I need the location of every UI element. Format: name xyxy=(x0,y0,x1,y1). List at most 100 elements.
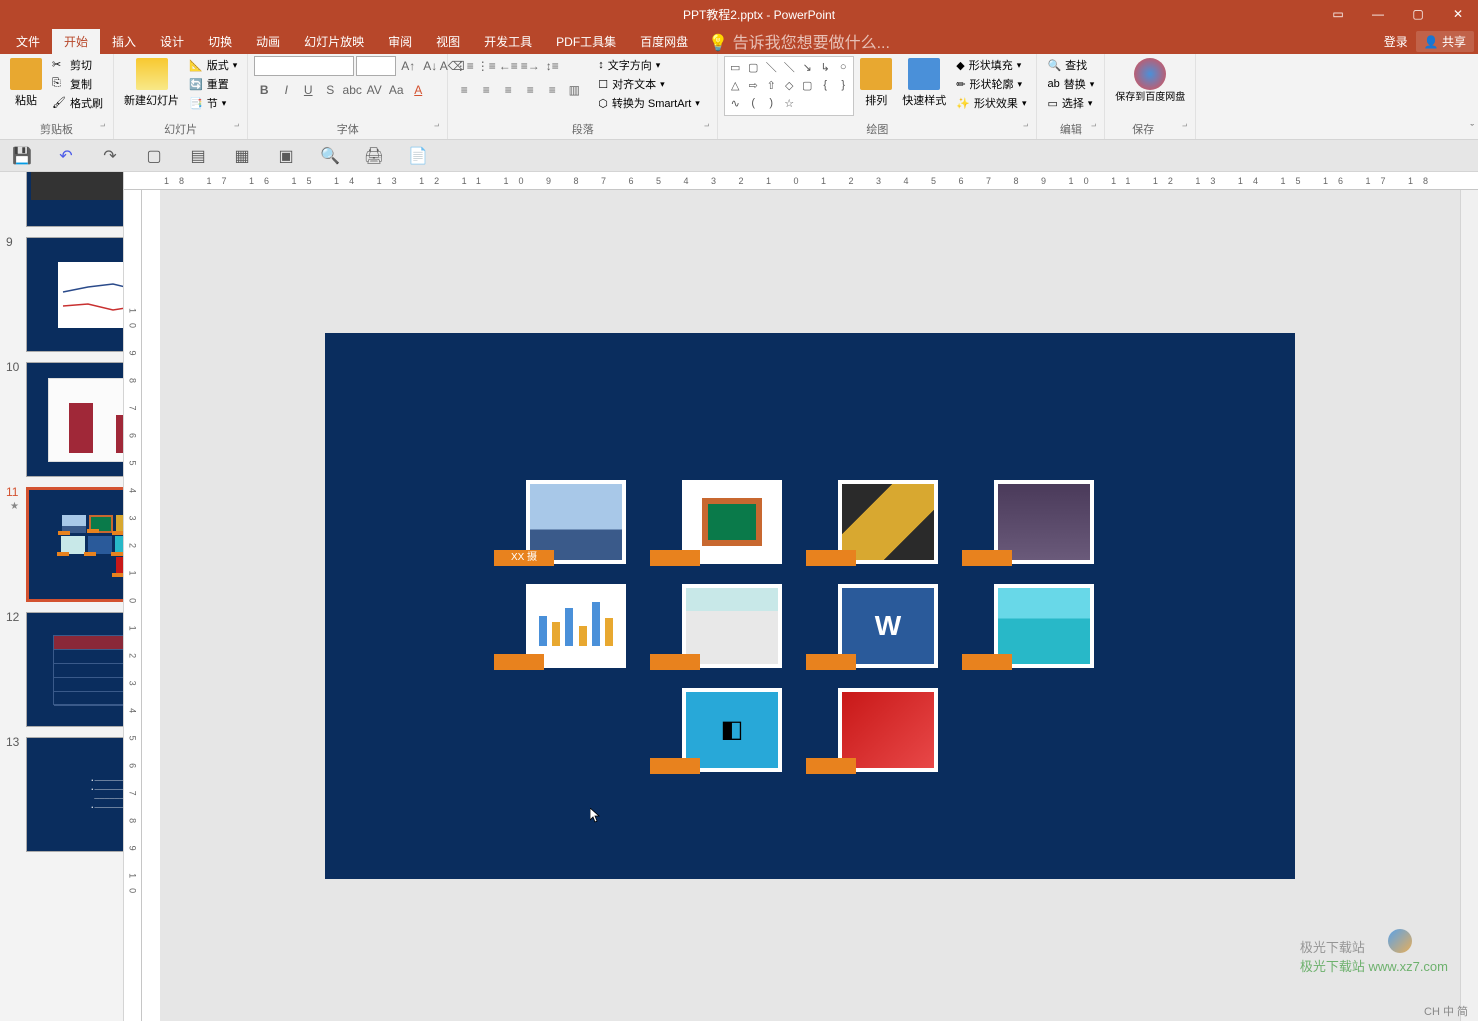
image-card-1[interactable]: XX 摄 xyxy=(526,480,626,564)
vertical-ruler[interactable]: 10 9 8 7 6 5 4 3 2 1 0 1 2 3 4 5 6 7 8 9… xyxy=(124,190,142,1021)
align-center-button[interactable]: ≡ xyxy=(476,80,496,100)
shape-arrow-icon[interactable]: ↘ xyxy=(799,59,815,75)
format-painter-button[interactable]: 格式刷 xyxy=(48,94,107,112)
shape-effects-button[interactable]: ✨ 形状效果 xyxy=(952,94,1030,112)
shape-roundrect-icon[interactable]: ▢ xyxy=(799,77,815,93)
columns-button[interactable]: ▥ xyxy=(564,80,584,100)
thumbnail-slide-9[interactable]: 9 🔍 xyxy=(8,237,115,352)
image-card-2[interactable] xyxy=(682,480,782,564)
redo-button[interactable]: ↷ xyxy=(100,146,120,166)
qa-btn-8[interactable]: 🔍 xyxy=(320,146,340,166)
login-button[interactable]: 登录 xyxy=(1384,33,1408,50)
current-slide[interactable]: XX 摄 W ◧ xyxy=(325,333,1295,879)
replace-button[interactable]: ab 替换 xyxy=(1043,75,1098,93)
ribbon-collapse-button[interactable]: ˇ xyxy=(1470,123,1474,135)
decrease-indent-button[interactable]: ←≡ xyxy=(498,56,518,76)
horizontal-ruler[interactable]: 18 17 16 15 14 13 12 11 10 9 8 7 6 5 4 3… xyxy=(124,172,1478,190)
cut-button[interactable]: 剪切 xyxy=(48,56,107,74)
shape-brace-icon[interactable]: { xyxy=(817,77,833,93)
tab-devtools[interactable]: 开发工具 xyxy=(472,29,544,54)
shape-uarrow-icon[interactable]: ⇧ xyxy=(763,77,779,93)
increase-indent-button[interactable]: ≡→ xyxy=(520,56,540,76)
qa-btn-4[interactable]: ▢ xyxy=(144,146,164,166)
tab-view[interactable]: 视图 xyxy=(424,29,472,54)
image-card-9[interactable]: ◧ xyxy=(682,688,782,772)
shape-line2-icon[interactable]: ＼ xyxy=(781,59,797,75)
italic-button[interactable]: I xyxy=(276,80,296,100)
text-direction-button[interactable]: ↕ 文字方向 xyxy=(594,56,704,74)
change-case-button[interactable]: Aa xyxy=(386,80,406,100)
image-card-10[interactable] xyxy=(838,688,938,772)
shape-diamond-icon[interactable]: ◇ xyxy=(781,77,797,93)
qa-btn-6[interactable]: ▦ xyxy=(232,146,252,166)
find-button[interactable]: 🔍 查找 xyxy=(1043,56,1098,74)
section-button[interactable]: 📑 节 xyxy=(185,94,241,112)
shape-line-icon[interactable]: ＼ xyxy=(763,59,779,75)
bullets-button[interactable]: ⋮≡ xyxy=(454,56,474,76)
qa-btn-9[interactable]: 🖨 xyxy=(364,146,384,166)
char-spacing-button[interactable]: AV xyxy=(364,80,384,100)
font-color-button[interactable]: A xyxy=(408,80,428,100)
tab-slideshow[interactable]: 幻灯片放映 xyxy=(292,29,376,54)
tell-me-input[interactable]: 💡 告诉我您想要做什么... xyxy=(708,29,890,53)
underline-button[interactable]: U xyxy=(298,80,318,100)
image-card-4[interactable] xyxy=(994,480,1094,564)
qa-btn-5[interactable]: ▤ xyxy=(188,146,208,166)
share-button[interactable]: 👤 共享 xyxy=(1416,31,1474,52)
shape-square-icon[interactable]: ▢ xyxy=(745,59,761,75)
thumbnail-slide-12[interactable]: 12 xyxy=(8,612,115,727)
grow-font-button[interactable]: A↑ xyxy=(398,56,418,76)
copy-button[interactable]: 复制 xyxy=(48,75,107,93)
align-text-button[interactable]: ☐ 对齐文本 xyxy=(594,75,704,93)
font-size-select[interactable] xyxy=(356,56,396,76)
numbering-button[interactable]: ⋮≡ xyxy=(476,56,496,76)
arrange-button[interactable]: 排列 xyxy=(856,56,896,110)
thumbnail-slide-11[interactable]: 11 ★ xyxy=(8,487,115,602)
distribute-button[interactable]: ≡ xyxy=(542,80,562,100)
tab-transition[interactable]: 切换 xyxy=(196,29,244,54)
convert-smartart-button[interactable]: ⬡ 转换为 SmartArt xyxy=(594,94,704,112)
justify-button[interactable]: ≡ xyxy=(520,80,540,100)
shape-star-icon[interactable]: ☆ xyxy=(781,95,797,111)
thumbnail-slide-13[interactable]: 13 • ——————————• —————————————— ————————… xyxy=(8,737,115,852)
shape-outline-button[interactable]: ✏ 形状轮廓 xyxy=(952,75,1030,93)
align-left-button[interactable]: ≡ xyxy=(454,80,474,100)
shapes-gallery[interactable]: ▭ ▢ ＼ ＼ ↘ ↳ ○ △ ⇨ ⇧ ◇ ▢ { } ∿ ( ) ☆ xyxy=(724,56,854,116)
undo-button[interactable]: ↶ xyxy=(56,146,76,166)
image-card-8[interactable] xyxy=(994,584,1094,668)
tab-baidu[interactable]: 百度网盘 xyxy=(628,29,700,54)
strikethrough-button[interactable]: S xyxy=(320,80,340,100)
qa-btn-10[interactable]: 📄 xyxy=(408,146,428,166)
tab-design[interactable]: 设计 xyxy=(148,29,196,54)
maximize-icon[interactable]: ▢ xyxy=(1398,0,1438,28)
shape-brace2-icon[interactable]: } xyxy=(835,77,851,93)
shape-fill-button[interactable]: ◆ 形状填充 xyxy=(952,56,1030,74)
close-icon[interactable]: ✕ xyxy=(1438,0,1478,28)
tab-insert[interactable]: 插入 xyxy=(100,29,148,54)
new-slide-button[interactable]: 新建幻灯片 xyxy=(120,56,183,110)
shrink-font-button[interactable]: A↓ xyxy=(420,56,440,76)
save-to-baidu-button[interactable]: 保存到百度网盘 xyxy=(1111,56,1189,105)
tab-file[interactable]: 文件 xyxy=(4,29,52,54)
shape-triangle-icon[interactable]: △ xyxy=(727,77,743,93)
paste-button[interactable]: 粘贴 xyxy=(6,56,46,110)
thumbnail-slide-10[interactable]: 10 🔍 xyxy=(8,362,115,477)
tab-animation[interactable]: 动画 xyxy=(244,29,292,54)
thumbnail-slide-8[interactable] xyxy=(8,172,115,227)
shape-rarrow-icon[interactable]: ⇨ xyxy=(745,77,761,93)
line-spacing-button[interactable]: ↕≡ xyxy=(542,56,562,76)
slide-canvas[interactable]: XX 摄 W ◧ xyxy=(160,190,1460,1021)
image-card-5[interactable] xyxy=(526,584,626,668)
align-right-button[interactable]: ≡ xyxy=(498,80,518,100)
shape-curve-icon[interactable]: ∿ xyxy=(727,95,743,111)
tab-review[interactable]: 审阅 xyxy=(376,29,424,54)
image-card-7[interactable]: W xyxy=(838,584,938,668)
shape-connector-icon[interactable]: ↳ xyxy=(817,59,833,75)
ribbon-collapse-icon[interactable]: ▭ xyxy=(1318,0,1358,28)
shape-paren-icon[interactable]: ( xyxy=(745,95,761,111)
image-card-3[interactable] xyxy=(838,480,938,564)
font-family-select[interactable] xyxy=(254,56,354,76)
shape-oval-icon[interactable]: ○ xyxy=(835,59,851,75)
bold-button[interactable]: B xyxy=(254,80,274,100)
select-button[interactable]: ▭ 选择 xyxy=(1043,94,1098,112)
